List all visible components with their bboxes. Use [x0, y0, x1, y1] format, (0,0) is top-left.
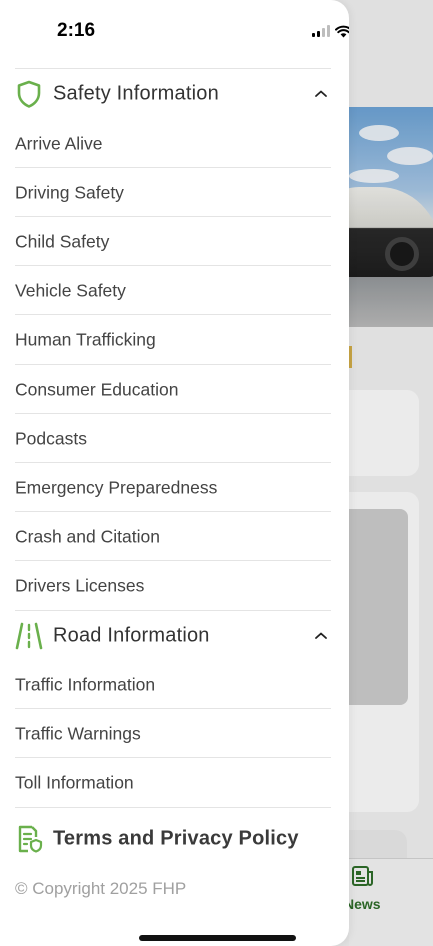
copyright-text: © Copyright 2025 FHP [15, 879, 187, 898]
chevron-up-icon[interactable] [313, 88, 329, 100]
section-header-road[interactable]: Road Information [0, 612, 349, 660]
menu-item-consumer-education[interactable]: Consumer Education [15, 365, 331, 414]
terms-and-privacy-link[interactable]: Terms and Privacy Policy [0, 815, 349, 863]
menu-item-human-trafficking[interactable]: Human Trafficking [15, 315, 331, 364]
menu-item-label: Arrive Alive [15, 133, 103, 153]
menu-item-podcasts[interactable]: Podcasts [15, 414, 331, 463]
menu-item-label: Human Trafficking [15, 329, 156, 349]
road-icon [15, 622, 43, 650]
home-indicator[interactable] [139, 935, 296, 941]
menu-item-label: Crash and Citation [15, 526, 160, 546]
status-time: 2:16 [57, 20, 96, 41]
menu-item-label: Consumer Education [15, 379, 179, 399]
menu-item-driving-safety[interactable]: Driving Safety [15, 168, 331, 217]
menu-item-arrive-alive[interactable]: Arrive Alive [15, 119, 331, 168]
menu-item-label: Podcasts [15, 428, 87, 448]
menu-item-vehicle-safety[interactable]: Vehicle Safety [15, 266, 331, 315]
menu-item-label: Vehicle Safety [15, 280, 126, 300]
menu-item-crash-and-citation[interactable]: Crash and Citation [15, 512, 331, 561]
menu-item-drivers-licenses[interactable]: Drivers Licenses [15, 561, 331, 610]
cellular-signal-icon [312, 25, 330, 37]
chevron-up-icon[interactable] [313, 630, 329, 642]
menu-item-toll-information[interactable]: Toll Information [15, 758, 331, 807]
menu-item-emergency-preparedness[interactable]: Emergency Preparedness [15, 463, 331, 512]
menu-item-label: Toll Information [15, 772, 134, 792]
menu-item-label: Traffic Information [15, 674, 156, 694]
terms-title: Terms and Privacy Policy [53, 827, 299, 850]
status-indicators: 80 [312, 22, 349, 40]
menu-item-child-safety[interactable]: Child Safety [15, 217, 331, 266]
divider [15, 68, 331, 69]
wifi-icon [335, 25, 349, 37]
menu-item-label: Emergency Preparedness [15, 477, 218, 497]
section-header-safety[interactable]: Safety Information [0, 70, 349, 118]
shield-icon [17, 80, 41, 108]
document-shield-icon [18, 825, 43, 853]
divider [15, 807, 331, 808]
section-title-road: Road Information [53, 624, 210, 647]
divider [15, 610, 331, 611]
menu-item-label: Driving Safety [15, 182, 124, 202]
menu-item-traffic-information[interactable]: Traffic Information [15, 660, 331, 709]
menu-item-traffic-warnings[interactable]: Traffic Warnings [15, 709, 331, 758]
menu-item-label: Drivers Licenses [15, 575, 145, 595]
section-title-safety: Safety Information [53, 82, 219, 105]
navigation-drawer: 2:16 80 Safety Information Arrive Alive … [0, 0, 349, 946]
menu-item-label: Traffic Warnings [15, 723, 141, 743]
menu-item-label: Child Safety [15, 231, 110, 251]
